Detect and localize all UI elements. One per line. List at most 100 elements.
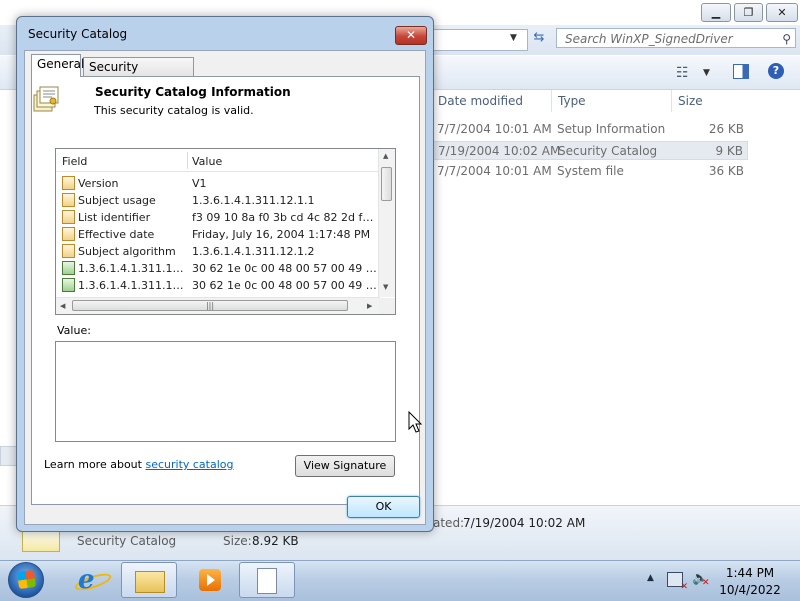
- horizontal-scroll-thumb[interactable]: |||: [72, 300, 348, 311]
- extension-icon: [62, 261, 75, 275]
- details-size-label: Size:: [223, 534, 252, 548]
- view-dropdown-icon[interactable]: ▼: [703, 68, 710, 78]
- file-type: Security Catalog: [558, 144, 658, 158]
- file-row-selected[interactable]: 7/19/2004 10:02 AM Security Catalog 9 KB: [432, 141, 748, 160]
- tab-general[interactable]: General: [31, 54, 84, 77]
- windows-logo-icon: [16, 569, 37, 590]
- row-field: List identifier: [78, 211, 151, 224]
- folder-icon: [135, 571, 165, 593]
- row-value: f3 09 10 8a f0 3b cd 4c 82 2d f5 12 ...: [192, 211, 378, 224]
- column-separator[interactable]: [551, 90, 552, 112]
- column-separator[interactable]: [671, 90, 672, 112]
- taskbar-windows-explorer[interactable]: [121, 562, 177, 598]
- catalog-certificate-icon: [33, 86, 59, 112]
- scroll-corner: [379, 298, 395, 314]
- horizontal-scrollbar[interactable]: ◀ ||| ▶: [56, 297, 380, 314]
- column-field[interactable]: Field: [62, 155, 87, 168]
- list-header: Field Value: [56, 149, 380, 172]
- taskbar-internet-explorer[interactable]: e: [64, 562, 120, 598]
- file-date: 7/7/2004 10:01 AM: [437, 164, 552, 178]
- start-button[interactable]: [8, 562, 44, 598]
- learn-more-prefix: Learn more about: [44, 458, 146, 471]
- ok-button[interactable]: OK: [347, 496, 420, 518]
- column-value[interactable]: Value: [192, 155, 222, 168]
- property-icon: [62, 176, 75, 190]
- help-icon[interactable]: ?: [768, 63, 784, 79]
- taskbar-media-player[interactable]: [180, 562, 236, 598]
- learn-more-text: Learn more about security catalog: [44, 458, 234, 471]
- scroll-up-icon[interactable]: ▲: [383, 152, 388, 160]
- search-placeholder: Search WinXP_SignedDriver: [565, 32, 733, 46]
- row-field: 1.3.6.1.4.1.311.12...: [78, 279, 186, 292]
- row-field: Version: [78, 177, 119, 190]
- row-field: Effective date: [78, 228, 155, 241]
- row-value: 1.3.6.1.4.1.311.12.1.1: [192, 194, 315, 207]
- search-input[interactable]: Search WinXP_SignedDriver ⚲: [556, 28, 796, 48]
- close-window-button[interactable]: ✕: [766, 3, 798, 22]
- row-value: Friday, July 16, 2004 1:17:48 PM: [192, 228, 371, 241]
- row-value: 30 62 1e 0c 00 48 00 57 00 49 00 44...: [192, 262, 378, 275]
- list-row-extension[interactable]: 1.3.6.1.4.1.311.12... 30 62 1e 0c 00 48 …: [56, 260, 380, 277]
- minimize-button[interactable]: ▁: [701, 3, 731, 22]
- list-row-effective-date[interactable]: Effective date Friday, July 16, 2004 1:1…: [56, 226, 380, 243]
- file-row[interactable]: 7/7/2004 10:01 AM Setup Information 26 K…: [432, 120, 748, 139]
- file-size: 26 KB: [708, 122, 744, 136]
- address-dropdown-icon[interactable]: ▼: [510, 33, 517, 43]
- property-icon: [62, 244, 75, 258]
- value-textbox[interactable]: [55, 341, 396, 442]
- list-row-subject-usage[interactable]: Subject usage 1.3.6.1.4.1.311.12.1.1: [56, 192, 380, 209]
- details-file-type: Security Catalog: [77, 534, 177, 548]
- scroll-down-icon[interactable]: ▼: [383, 283, 388, 291]
- vertical-scroll-thumb[interactable]: [381, 167, 392, 201]
- clock-date[interactable]: 10/4/2022: [712, 583, 788, 597]
- clock-time[interactable]: 1:44 PM: [712, 566, 788, 580]
- list-row-extension[interactable]: 1.3.6.1.4.1.311.12... 30 62 1e 0c 00 48 …: [56, 277, 380, 294]
- row-field: 1.3.6.1.4.1.311.12...: [78, 262, 186, 275]
- row-field: Subject usage: [78, 194, 156, 207]
- file-size: 36 KB: [708, 164, 744, 178]
- security-catalog-link[interactable]: security catalog: [145, 458, 233, 471]
- close-icon: ✕: [405, 28, 417, 42]
- dialog-close-button[interactable]: ✕: [395, 26, 427, 45]
- blank-file-icon: [257, 568, 277, 594]
- column-size[interactable]: Size: [678, 94, 703, 108]
- row-value: V1: [192, 177, 207, 190]
- file-date: 7/19/2004 10:02 AM: [438, 144, 561, 158]
- scroll-left-icon[interactable]: ◀: [60, 302, 65, 310]
- scroll-right-icon[interactable]: ▶: [367, 302, 372, 310]
- column-type[interactable]: Type: [558, 94, 586, 108]
- extension-icon: [62, 278, 75, 292]
- search-icon[interactable]: ⚲: [782, 29, 791, 49]
- row-field: Subject algorithm: [78, 245, 176, 258]
- list-row-list-identifier[interactable]: List identifier f3 09 10 8a f0 3b cd 4c …: [56, 209, 380, 226]
- preview-pane-icon[interactable]: [733, 64, 749, 79]
- taskbar-file-window[interactable]: [239, 562, 295, 598]
- details-size-value: 8.92 KB: [252, 534, 299, 548]
- property-icon: [62, 193, 75, 207]
- file-row[interactable]: 7/7/2004 10:01 AM System file 36 KB: [432, 162, 748, 181]
- tab-security-catalog[interactable]: Security Catalog: [83, 57, 194, 93]
- show-hidden-icons-icon[interactable]: ▲: [647, 573, 654, 583]
- info-subtitle: This security catalog is valid.: [94, 104, 254, 117]
- minimize-icon: ▁: [711, 6, 721, 19]
- view-signature-button[interactable]: View Signature: [295, 455, 395, 477]
- vertical-scrollbar[interactable]: ▲ ▼: [378, 149, 395, 297]
- column-separator[interactable]: [187, 152, 188, 169]
- property-icon: [62, 227, 75, 241]
- close-icon: ✕: [777, 6, 787, 19]
- restore-button[interactable]: ❐: [734, 3, 763, 22]
- property-icon: [62, 210, 75, 224]
- network-disconnected-icon[interactable]: [667, 572, 688, 592]
- list-row-subject-algorithm[interactable]: Subject algorithm 1.3.6.1.4.1.311.12.1.2: [56, 243, 380, 260]
- mouse-pointer-icon: [408, 411, 423, 433]
- file-type: Setup Information: [557, 122, 666, 136]
- refresh-icon[interactable]: ⇆: [530, 30, 548, 48]
- info-title: Security Catalog Information: [95, 85, 291, 99]
- column-date-modified[interactable]: Date modified: [438, 94, 523, 108]
- change-view-icon[interactable]: ☷: [676, 65, 689, 81]
- list-row-version[interactable]: Version V1: [56, 175, 380, 192]
- details-date-label: ated:: [433, 516, 465, 530]
- field-value-list[interactable]: Field Value Version V1 Subject usage 1.3…: [55, 148, 396, 315]
- file-size: 9 KB: [715, 144, 743, 158]
- dialog-title: Security Catalog: [28, 27, 128, 41]
